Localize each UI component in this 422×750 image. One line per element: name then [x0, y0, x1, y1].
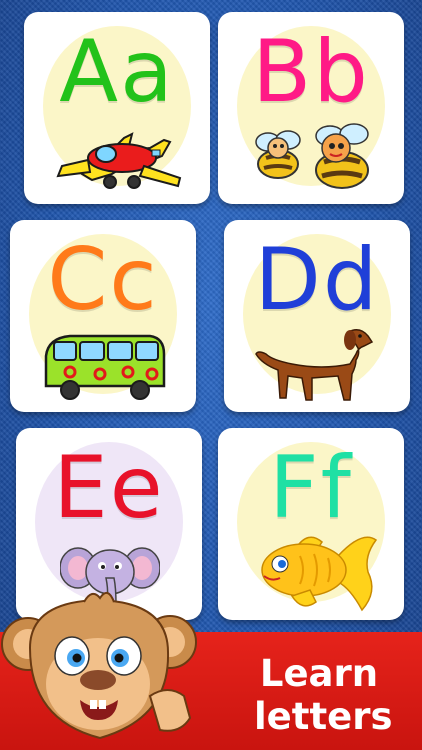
- letter-card-d[interactable]: Dd: [224, 220, 410, 412]
- banner-caption: Learn letters: [254, 652, 393, 738]
- card-letters: Dd: [254, 230, 380, 330]
- letter-card-f[interactable]: Ff: [218, 428, 404, 620]
- bees-icon: [255, 123, 369, 189]
- dog-icon: [255, 329, 374, 401]
- banner-line-2: letters: [254, 695, 393, 738]
- card-letters: Ff: [269, 438, 353, 538]
- bus-icon: [44, 334, 166, 400]
- letter-card-c[interactable]: Cc: [10, 220, 196, 412]
- monkey-icon: [1, 591, 197, 740]
- letter-card-a[interactable]: Aa: [24, 12, 210, 204]
- banner-line-1: Learn: [259, 652, 379, 695]
- card-letters: Ee: [53, 438, 165, 538]
- fish-icon: [261, 536, 378, 612]
- airplane-icon: [56, 132, 182, 189]
- card-letters: Cc: [47, 230, 159, 330]
- letter-card-b[interactable]: Bb: [218, 12, 404, 204]
- card-letters: Aa: [59, 22, 175, 122]
- card-letters: Bb: [252, 22, 370, 122]
